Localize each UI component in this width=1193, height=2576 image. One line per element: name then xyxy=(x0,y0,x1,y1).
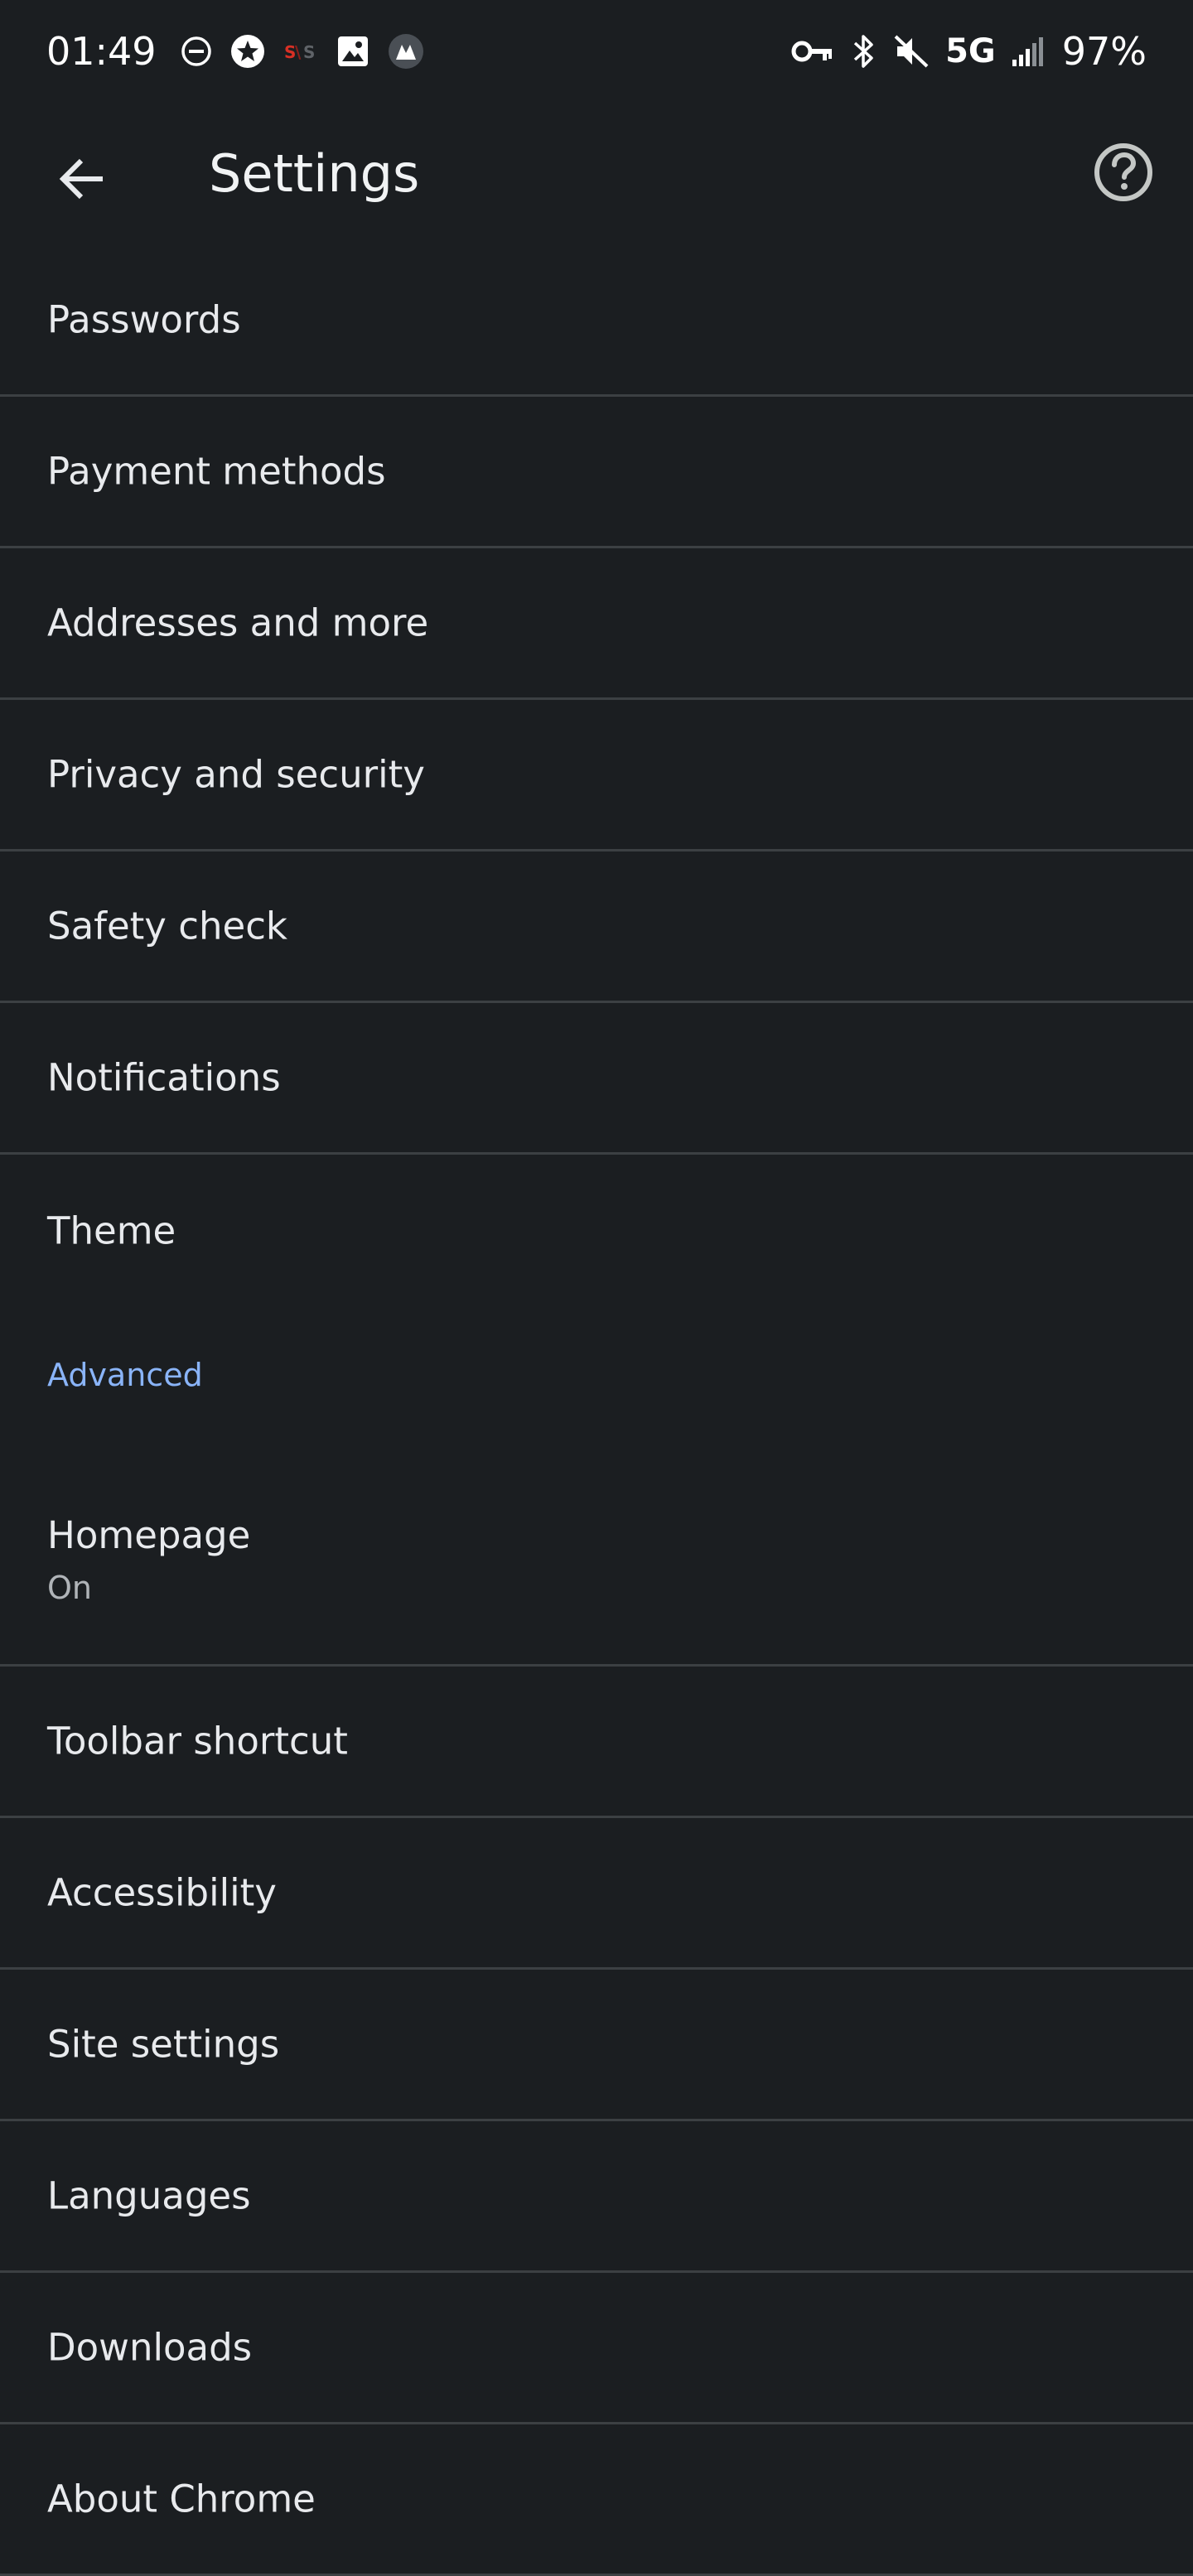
settings-item-label: Theme xyxy=(47,1208,176,1252)
vpn-app-icon xyxy=(387,32,425,70)
settings-item-label: Accessibility xyxy=(47,1870,277,1915)
settings-item-label: Addresses and more xyxy=(47,601,429,645)
status-time: 01:49 xyxy=(46,29,157,74)
do-not-disturb-icon xyxy=(180,35,213,68)
back-button[interactable] xyxy=(40,139,123,222)
help-button[interactable] xyxy=(1082,133,1165,215)
settings-item-label: Passwords xyxy=(47,297,241,342)
signal-strength-icon xyxy=(1011,35,1044,68)
settings-item-downloads[interactable]: Downloads xyxy=(0,2273,1193,2424)
network-type: 5G xyxy=(945,32,996,70)
settings-item-notifications[interactable]: Notifications xyxy=(0,1003,1193,1155)
sns-app-icon: S \ S xyxy=(283,36,319,66)
gallery-icon xyxy=(336,34,370,69)
settings-item-label: Payment methods xyxy=(47,449,386,494)
settings-list: Passwords Payment methods Addresses and … xyxy=(0,245,1193,2576)
settings-item-site-settings[interactable]: Site settings xyxy=(0,1970,1193,2121)
settings-item-label: About Chrome xyxy=(47,2477,316,2521)
settings-item-label: Site settings xyxy=(47,2022,280,2067)
svg-text:\: \ xyxy=(295,42,302,62)
settings-item-about-chrome[interactable]: About Chrome xyxy=(0,2424,1193,2576)
settings-item-label: Notifications xyxy=(47,1055,281,1100)
star-badge-icon xyxy=(229,33,266,70)
settings-item-toolbar-shortcut[interactable]: Toolbar shortcut xyxy=(0,1667,1193,1818)
settings-item-payment-methods[interactable]: Payment methods xyxy=(0,397,1193,548)
battery-level: 97% xyxy=(1061,29,1147,74)
svg-text:S: S xyxy=(303,42,315,62)
settings-item-homepage[interactable]: Homepage On xyxy=(0,1444,1193,1667)
section-title: Advanced xyxy=(47,1357,203,1393)
settings-item-safety-check[interactable]: Safety check xyxy=(0,851,1193,1003)
settings-item-passwords[interactable]: Passwords xyxy=(0,245,1193,397)
bluetooth-icon xyxy=(851,32,876,70)
settings-item-label: Homepage xyxy=(47,1513,251,1557)
settings-item-languages[interactable]: Languages xyxy=(0,2121,1193,2273)
advanced-section-header: Advanced xyxy=(0,1306,1193,1444)
mute-icon xyxy=(892,33,930,70)
settings-item-theme[interactable]: Theme xyxy=(0,1155,1193,1306)
settings-item-privacy-security[interactable]: Privacy and security xyxy=(0,700,1193,851)
status-bar-right: 5G 97% xyxy=(783,29,1147,74)
settings-item-label: Safety check xyxy=(47,904,287,948)
settings-item-summary: On xyxy=(47,1570,92,1606)
settings-item-label: Downloads xyxy=(47,2325,253,2370)
settings-item-label: Privacy and security xyxy=(47,752,425,797)
help-circle-icon xyxy=(1092,141,1155,207)
status-bar: 01:49 S \ S 5G 97% xyxy=(0,0,1193,103)
app-bar: Settings xyxy=(0,103,1193,245)
vpn-key-icon xyxy=(791,37,834,65)
page-title: Settings xyxy=(209,143,420,204)
arrow-back-icon xyxy=(55,152,108,209)
settings-item-addresses[interactable]: Addresses and more xyxy=(0,548,1193,700)
status-bar-left: 01:49 S \ S xyxy=(46,29,433,74)
settings-item-accessibility[interactable]: Accessibility xyxy=(0,1818,1193,1970)
settings-item-label: Languages xyxy=(47,2173,251,2218)
settings-item-label: Toolbar shortcut xyxy=(47,1719,348,1763)
